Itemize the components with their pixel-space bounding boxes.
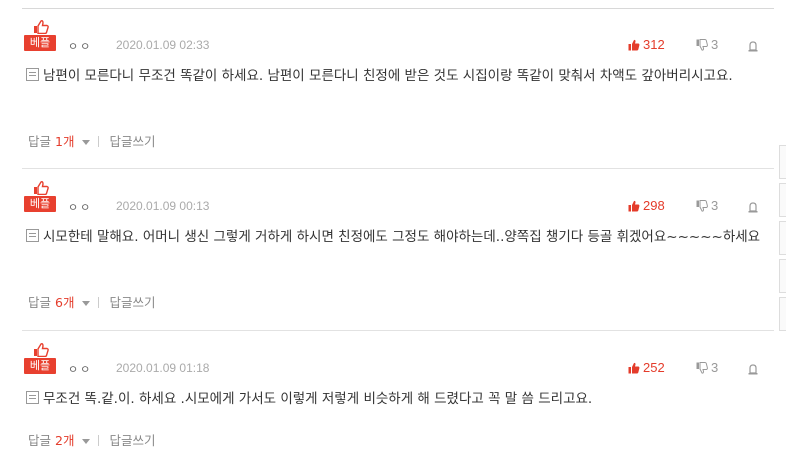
reply-toggle[interactable]: 답글 2개 [28, 433, 91, 448]
side-tab[interactable] [779, 221, 786, 255]
best-label: 베플 [24, 196, 56, 212]
reply-count: 2개 [55, 433, 75, 448]
like-icon [628, 39, 640, 51]
reply-bar: 답글 6개 답글쓰기 [28, 292, 155, 311]
separator [98, 297, 100, 308]
memo-icon [26, 229, 39, 242]
report-icon[interactable] [747, 201, 759, 213]
like-count: 312 [643, 37, 665, 52]
best-badge: 베플 [24, 20, 56, 52]
comment-text: 남편이 모른다니 무조건 똑같이 하세요. 남편이 모른다니 친정에 받은 것도… [43, 68, 733, 84]
write-reply-link[interactable]: 답글쓰기 [109, 134, 155, 149]
reply-bar: 답글 2개 답글쓰기 [28, 430, 155, 449]
reply-label: 답글 [28, 433, 52, 448]
dislike-icon [696, 200, 708, 212]
dislike-count: 3 [711, 37, 719, 52]
like-count: 252 [643, 360, 665, 375]
best-badge: 베플 [24, 181, 56, 213]
comment-date: 2020.01.09 00:13 [116, 199, 210, 213]
caret-down-icon [82, 140, 91, 145]
dislike-count: 3 [711, 198, 719, 213]
comment-text-row: 시모한테 말해요. 어머니 생신 그렇게 거하게 하시면 친정에도 그정도 해야… [26, 226, 761, 249]
comment-text-row: 무조건 똑.같.이. 하세요 .시모에게 가서도 이렇게 저렇게 비슷하게 해 … [26, 388, 761, 411]
separator [98, 435, 100, 446]
like-icon [628, 200, 640, 212]
memo-icon [26, 68, 39, 81]
separator [98, 136, 100, 147]
dislike-button[interactable]: 3 [696, 360, 718, 375]
comment-date: 2020.01.09 01:18 [116, 361, 210, 375]
side-tab[interactable] [779, 259, 786, 293]
side-tab[interactable] [779, 297, 786, 331]
comment-divider [22, 168, 774, 169]
thumbs-up-icon [34, 20, 49, 34]
write-reply-link[interactable]: 답글쓰기 [109, 433, 155, 448]
dislike-count: 3 [711, 360, 719, 375]
dislike-button[interactable]: 3 [696, 198, 718, 213]
like-count: 298 [643, 198, 665, 213]
comment-text: 시모한테 말해요. 어머니 생신 그렇게 거하게 하시면 친정에도 그정도 해야… [43, 229, 761, 245]
comment-text-row: 남편이 모른다니 무조건 똑같이 하세요. 남편이 모른다니 친정에 받은 것도… [26, 65, 761, 88]
report-icon[interactable] [747, 40, 759, 52]
reply-toggle[interactable]: 답글 1개 [28, 134, 91, 149]
like-icon [628, 362, 640, 374]
reply-bar: 답글 1개 답글쓰기 [28, 131, 155, 150]
nickname[interactable]: ㅇㅇ [68, 38, 92, 54]
side-tab[interactable] [779, 183, 786, 217]
best-badge: 베플 [24, 343, 56, 375]
best-label: 베플 [24, 35, 56, 51]
caret-down-icon [82, 439, 91, 444]
like-button[interactable]: 298 [628, 198, 665, 213]
comment-divider [22, 330, 774, 331]
nickname[interactable]: ㅇㅇ [68, 361, 92, 377]
reply-count: 1개 [55, 134, 75, 149]
like-button[interactable]: 312 [628, 37, 665, 52]
reply-label: 답글 [28, 295, 52, 310]
like-button[interactable]: 252 [628, 360, 665, 375]
thumbs-up-icon [34, 343, 49, 357]
memo-icon [26, 391, 39, 404]
reply-label: 답글 [28, 134, 52, 149]
reply-count: 6개 [55, 295, 75, 310]
best-label: 베플 [24, 358, 56, 374]
dislike-button[interactable]: 3 [696, 37, 718, 52]
comment-date: 2020.01.09 02:33 [116, 38, 210, 52]
top-divider [22, 8, 774, 9]
dislike-icon [696, 39, 708, 51]
report-icon[interactable] [747, 363, 759, 375]
caret-down-icon [82, 301, 91, 306]
comment-text: 무조건 똑.같.이. 하세요 .시모에게 가서도 이렇게 저렇게 비슷하게 해 … [43, 391, 593, 407]
reply-toggle[interactable]: 답글 6개 [28, 295, 91, 310]
thumbs-up-icon [34, 181, 49, 195]
dislike-icon [696, 362, 708, 374]
write-reply-link[interactable]: 답글쓰기 [109, 295, 155, 310]
nickname[interactable]: ㅇㅇ [68, 199, 92, 215]
side-tab[interactable] [779, 145, 786, 179]
